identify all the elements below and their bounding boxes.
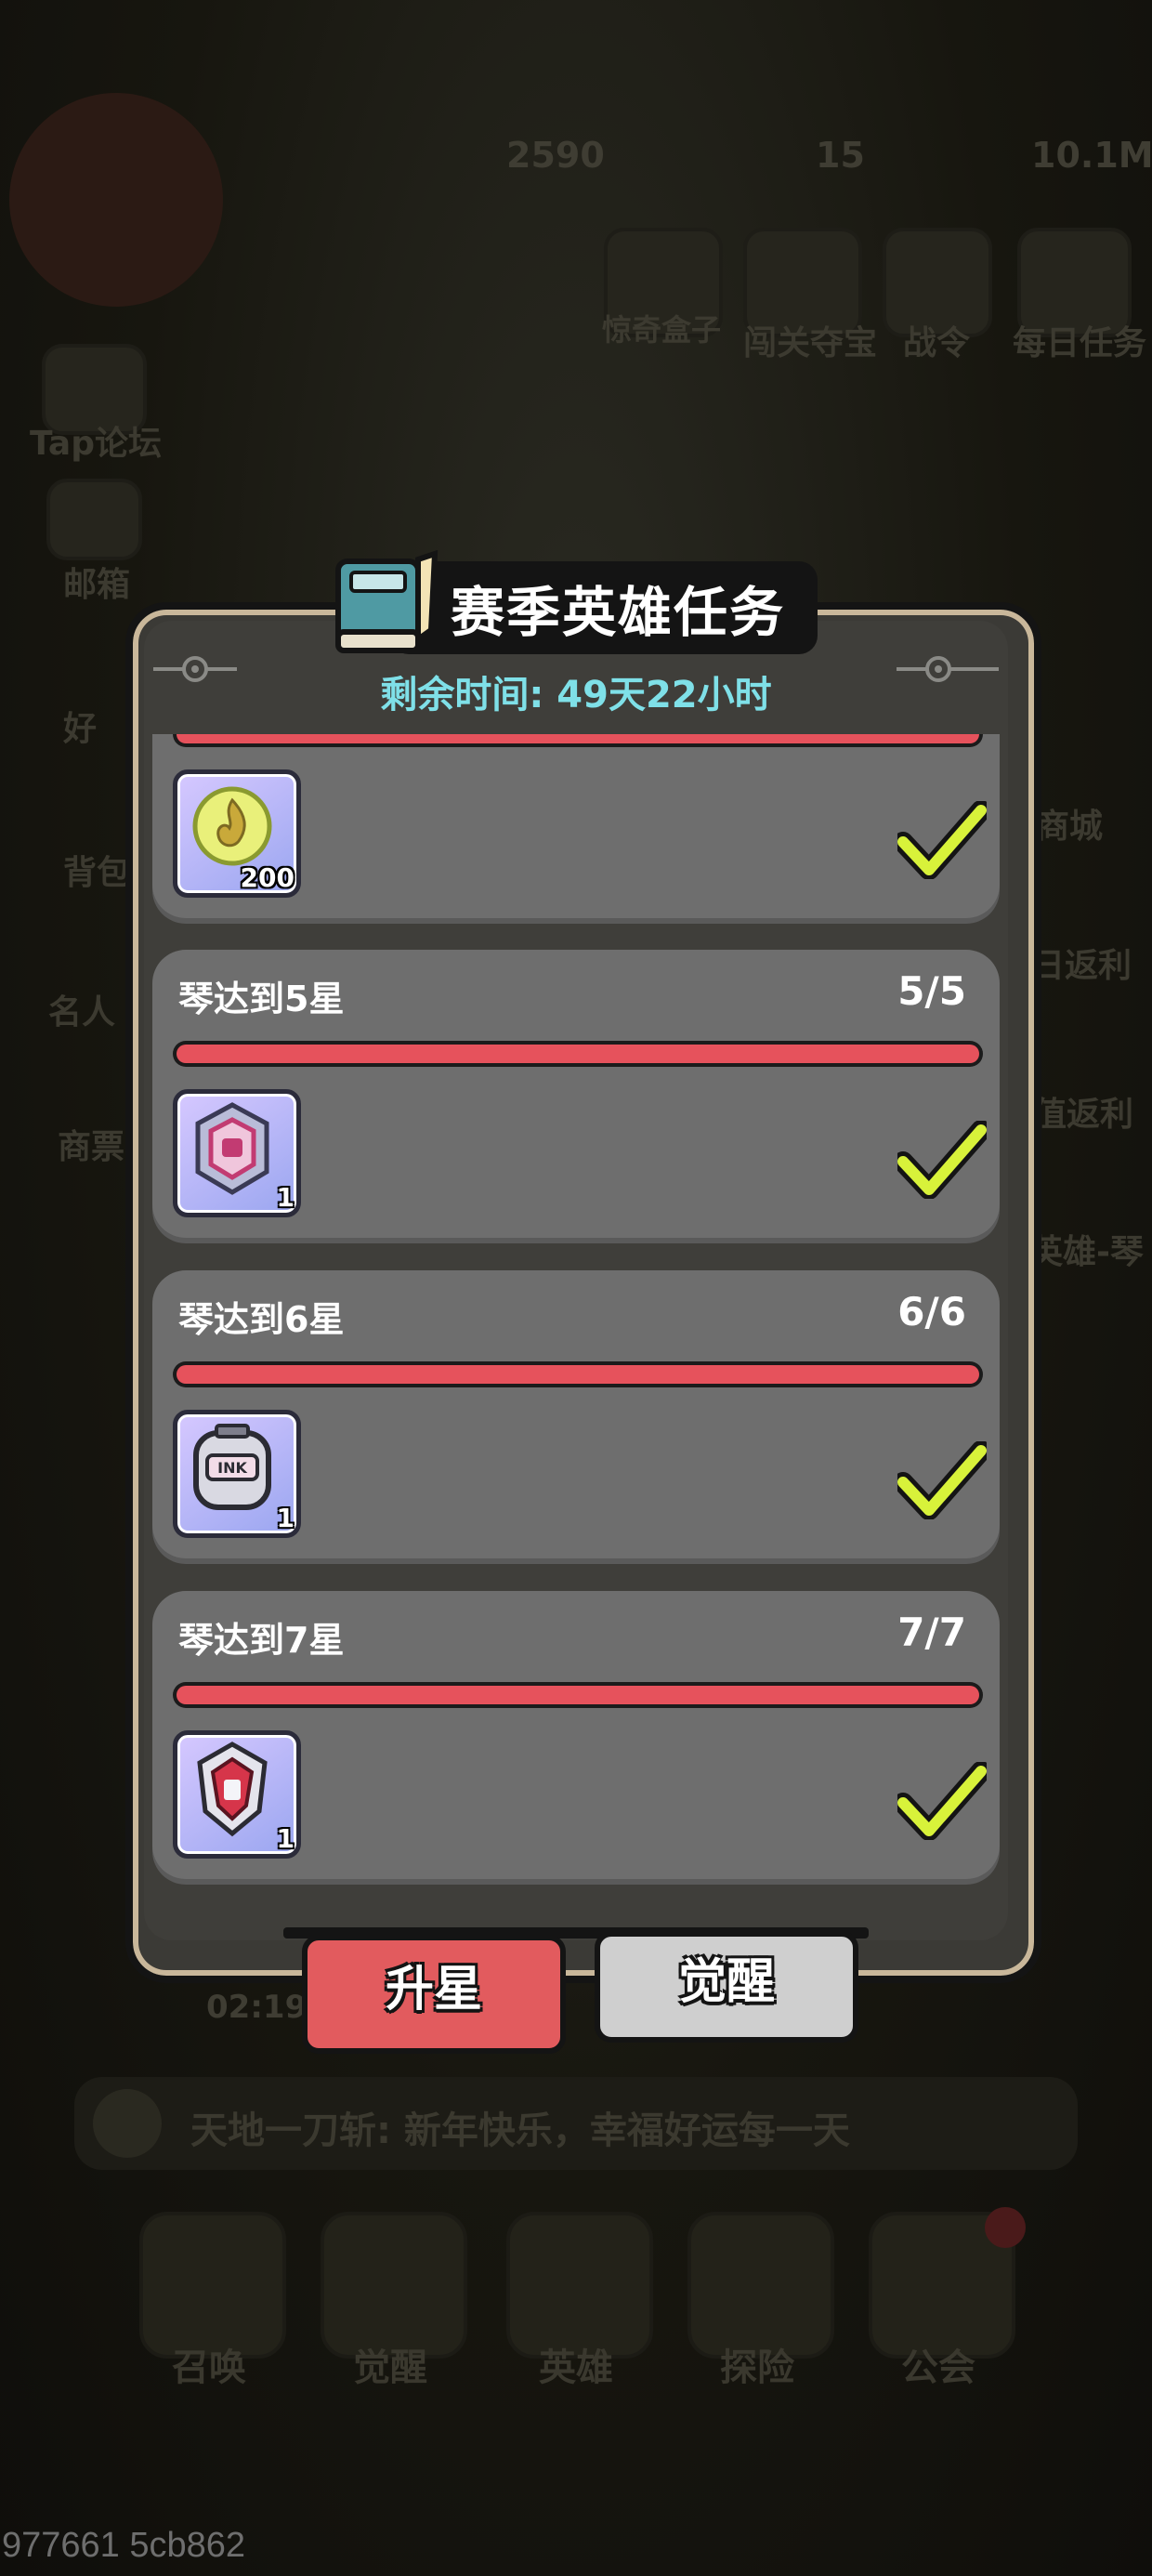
task-card: 琴达到5星 5/5 1 xyxy=(152,950,1000,1238)
progress-bar xyxy=(173,1682,983,1708)
task-title: 琴达到5星 xyxy=(178,979,345,1019)
season-timer: 剩余时间: 49天22小时 xyxy=(380,674,772,716)
left-icon-label: 商票 xyxy=(58,1128,125,1166)
left-icon-label: Tap论坛 xyxy=(30,425,162,463)
currency-gems: 2590 xyxy=(506,135,605,176)
right-icon-label: 日返利 xyxy=(1031,947,1132,985)
progress-bar-fill xyxy=(177,1686,979,1704)
task-progress: 6/6 xyxy=(897,1289,966,1334)
check-icon xyxy=(897,1441,987,1519)
right-icon-label: 英雄-琴 xyxy=(1029,1233,1144,1271)
reward-item[interactable]: 200 xyxy=(173,769,301,898)
check-icon xyxy=(897,1762,987,1840)
check-icon xyxy=(897,801,987,879)
version-text: 977661 5cb862 xyxy=(2,2526,246,2565)
ink-device-icon: INK xyxy=(193,1424,271,1510)
left-icon-label: 邮箱 xyxy=(63,566,131,604)
reward-item[interactable]: 1 xyxy=(173,1089,301,1217)
task-title: 琴达到7星 xyxy=(178,1620,345,1661)
top-icon-label: 每日任务 xyxy=(1013,324,1147,362)
bottom-tab-label: 英雄 xyxy=(539,2346,613,2389)
right-icon-label: 商城 xyxy=(1036,808,1104,846)
bottom-tab-label: 探险 xyxy=(720,2346,794,2389)
reward-count: 1 xyxy=(276,1182,295,1213)
tab-awaken[interactable]: 觉醒 xyxy=(595,1931,858,2043)
top-icon-label: 闯关夺宝 xyxy=(743,324,878,362)
top-icon-label: 惊奇盒子 xyxy=(602,312,722,348)
mail-icon[interactable] xyxy=(46,479,142,560)
progress-bar xyxy=(173,1041,983,1067)
svg-text:INK: INK xyxy=(217,1459,247,1477)
notification-dot xyxy=(985,2207,1026,2248)
pink-emblem-icon xyxy=(195,1102,269,1195)
red-crest-icon xyxy=(197,1741,268,1837)
quest-book-icon xyxy=(335,550,439,653)
check-icon xyxy=(897,1121,987,1199)
task-list[interactable]: 200 琴达到5星 5/5 1 琴达到6星 6/6 INK 1 琴达到7星 7/… xyxy=(149,734,1003,1905)
modal-title: 赛季英雄任务 xyxy=(451,581,786,644)
bottom-tab-label: 召唤 xyxy=(172,2346,246,2389)
progress-bar-fill xyxy=(177,734,979,743)
top-icon-label: 战令 xyxy=(903,324,971,362)
left-icon-label: 名人 xyxy=(48,993,116,1032)
progress-bar xyxy=(173,1361,983,1387)
progress-bar-fill xyxy=(177,1365,979,1384)
reward-item[interactable]: INK 1 xyxy=(173,1410,301,1538)
chat-message: 天地一刀斩: 新年快乐，幸福好运每一天 xyxy=(190,2109,850,2152)
task-card: 琴达到7星 7/7 1 xyxy=(152,1591,1000,1879)
reward-count: 1 xyxy=(276,1823,295,1854)
task-progress: 7/7 xyxy=(897,1610,966,1655)
progress-bar-fill xyxy=(177,1045,979,1063)
tab-star-up[interactable]: 升星 xyxy=(302,1935,566,2054)
left-icon-label: 背包 xyxy=(63,854,131,892)
right-icon-label: 值返利 xyxy=(1033,1096,1134,1134)
bottom-tab-label: 公会 xyxy=(901,2346,975,2389)
task-card: 200 xyxy=(152,734,1000,918)
task-progress: 5/5 xyxy=(897,968,966,1014)
player-avatar[interactable] xyxy=(9,93,223,307)
task-card: 琴达到6星 6/6 INK 1 xyxy=(152,1270,1000,1558)
currency-gold: 10.1M xyxy=(1031,135,1152,176)
currency-tickets: 15 xyxy=(816,135,865,176)
progress-bar xyxy=(173,734,983,747)
reward-count: 1 xyxy=(276,1503,295,1533)
reward-item[interactable]: 1 xyxy=(173,1730,301,1859)
bottom-tab-label: 觉醒 xyxy=(353,2346,427,2389)
chat-avatar xyxy=(93,2089,162,2158)
task-title: 琴达到6星 xyxy=(178,1299,345,1340)
reward-count: 200 xyxy=(240,862,295,893)
